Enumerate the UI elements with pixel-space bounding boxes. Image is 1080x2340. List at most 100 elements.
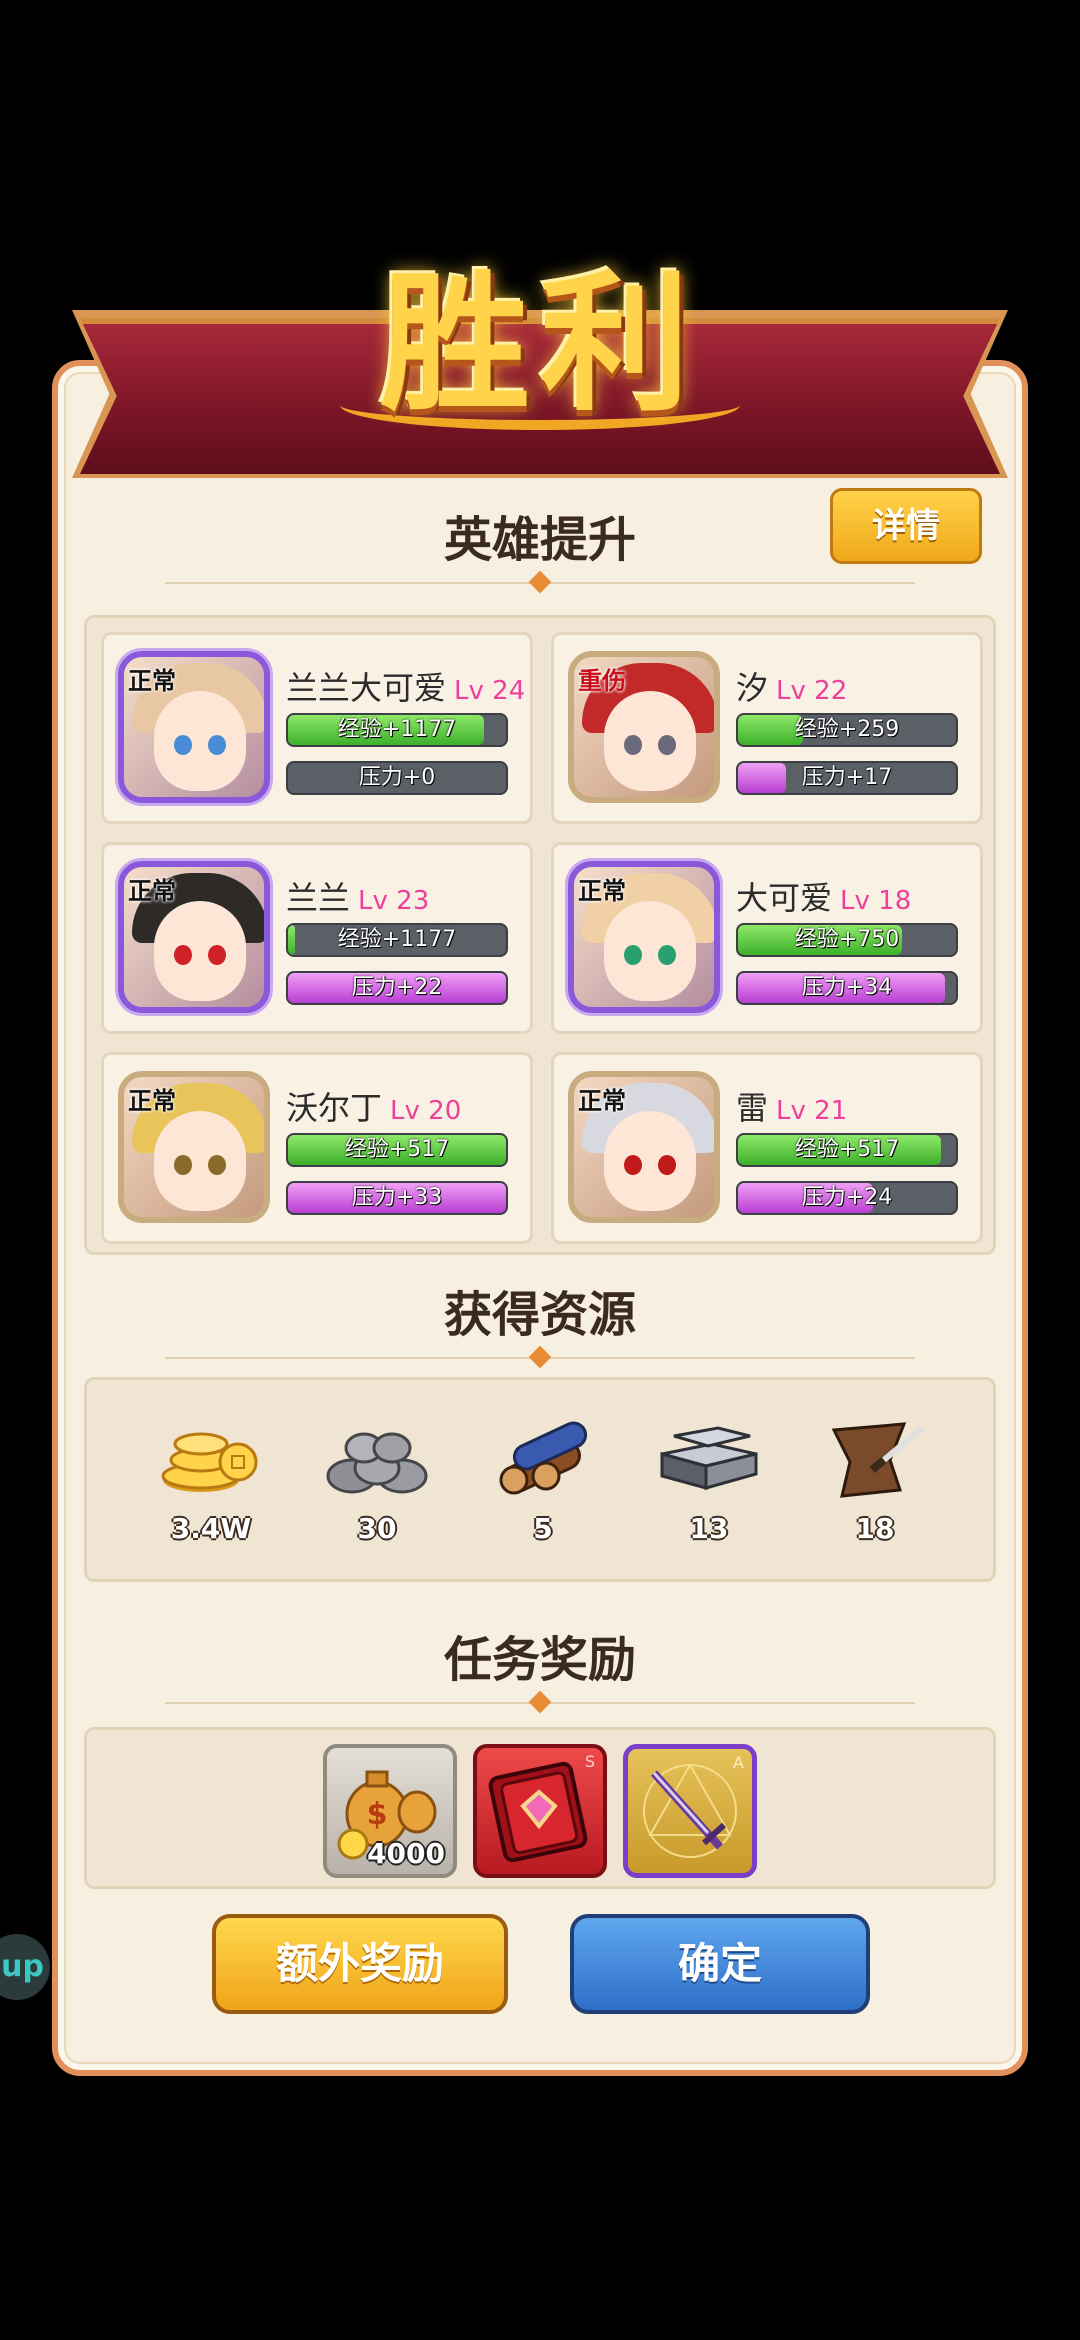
- exp-text: 经验+517: [344, 1137, 450, 1162]
- reward-item[interactable]: $ 4000: [323, 1744, 457, 1878]
- hero-eye: [624, 945, 642, 965]
- hero-eye: [208, 1155, 226, 1175]
- hero-portrait: 正常: [568, 1071, 720, 1223]
- confirm-button[interactable]: 确定: [570, 1914, 870, 2014]
- hero-level: Lv 24: [454, 676, 526, 706]
- exp-text: 经验+259: [794, 717, 900, 742]
- hero-card[interactable]: 正常 兰兰 Lv 23 经验+1177 压力+22: [101, 842, 533, 1034]
- stone-pile-icon: [322, 1410, 432, 1500]
- hero-status: 正常: [578, 877, 626, 905]
- hero-card[interactable]: 正常 沃尔丁 Lv 20 经验+517 压力+33: [101, 1052, 533, 1244]
- hero-eye: [658, 1155, 676, 1175]
- hero-face: [604, 691, 696, 791]
- hero-face: [604, 901, 696, 1001]
- hero-card[interactable]: 正常 大可爱 Lv 18 经验+750 压力+34: [551, 842, 983, 1034]
- exp-bar: 经验+750: [736, 923, 958, 957]
- stress-bar: 压力+22: [286, 971, 508, 1005]
- hero-eye: [624, 735, 642, 755]
- hero-name-line: 大可爱 Lv 18: [736, 873, 911, 919]
- stress-text: 压力+17: [801, 765, 893, 790]
- exp-bar: 经验+259: [736, 713, 958, 747]
- hero-name-line: 兰兰 Lv 23: [286, 873, 429, 919]
- resource-item: 30: [307, 1410, 447, 1545]
- hero-level: Lv 22: [776, 676, 848, 706]
- exp-text: 经验+1177: [337, 717, 457, 742]
- hero-face: [604, 1111, 696, 1211]
- hero-portrait: 正常: [118, 1071, 270, 1223]
- resource-item: 5: [473, 1410, 613, 1545]
- hero-portrait: 正常: [118, 651, 270, 803]
- hero-eye: [208, 735, 226, 755]
- exp-text: 经验+750: [794, 927, 900, 952]
- details-button[interactable]: 详情: [830, 488, 982, 564]
- task-reward-list: $ 4000 S A: [84, 1727, 996, 1889]
- hero-name: 大可爱: [736, 879, 833, 917]
- stress-text: 压力+22: [351, 975, 443, 1000]
- hero-grid: 正常 兰兰大可爱 Lv 24 经验+1177 压力+0 重伤 汐 Lv 22 经…: [84, 615, 996, 1255]
- resource-section-title: 获得资源: [443, 1287, 636, 1343]
- resource-value: 3.4W: [170, 1512, 252, 1545]
- hero-card[interactable]: 正常 雷 Lv 21 经验+517 压力+24: [551, 1052, 983, 1244]
- task-section-title: 任务奖励: [443, 1632, 636, 1688]
- reward-item[interactable]: A: [623, 1744, 757, 1878]
- hero-name: 沃尔丁: [286, 1089, 383, 1127]
- hero-eye: [658, 735, 676, 755]
- svg-text:$: $: [367, 1797, 388, 1832]
- hero-face: [154, 1111, 246, 1211]
- resource-list: 3.4W 30 5 13 18: [84, 1377, 996, 1582]
- hero-name: 兰兰大可爱: [286, 669, 447, 707]
- resource-value: 30: [357, 1512, 397, 1545]
- stress-bar: 压力+33: [286, 1181, 508, 1215]
- resource-item: 18: [805, 1410, 945, 1545]
- hero-card[interactable]: 正常 兰兰大可爱 Lv 24 经验+1177 压力+0: [101, 632, 533, 824]
- reward-item[interactable]: S: [473, 1744, 607, 1878]
- hero-name: 兰兰: [286, 879, 351, 917]
- victory-title: 胜利: [379, 258, 700, 432]
- exp-bar: 经验+1177: [286, 923, 508, 957]
- hero-eye: [174, 945, 192, 965]
- extra-reward-button[interactable]: 额外奖励: [212, 1914, 508, 2014]
- hero-portrait: 正常: [568, 861, 720, 1013]
- hero-name-line: 沃尔丁 Lv 20: [286, 1083, 461, 1129]
- hero-name-line: 兰兰大可爱 Lv 24: [286, 663, 525, 709]
- exp-bar: 经验+1177: [286, 713, 508, 747]
- hero-card[interactable]: 重伤 汐 Lv 22 经验+259 压力+17: [551, 632, 983, 824]
- stress-bar: 压力+34: [736, 971, 958, 1005]
- stress-text: 压力+24: [801, 1185, 893, 1210]
- hero-level: Lv 18: [840, 886, 912, 916]
- stress-text: 压力+0: [358, 765, 436, 790]
- hero-eye: [624, 1155, 642, 1175]
- hero-level: Lv 21: [776, 1096, 848, 1126]
- red-tome-icon: [488, 1761, 588, 1863]
- hero-name: 雷: [736, 1089, 769, 1127]
- wood-logs-icon: [488, 1410, 598, 1500]
- resource-value: 18: [855, 1512, 895, 1545]
- hero-name: 汐: [736, 669, 769, 707]
- hero-status: 正常: [578, 1087, 626, 1115]
- exp-bar: 经验+517: [286, 1133, 508, 1167]
- resource-value: 5: [533, 1512, 553, 1545]
- floating-side-bubble[interactable]: up: [0, 1934, 50, 2000]
- hero-name-line: 雷 Lv 21: [736, 1083, 847, 1129]
- hero-level: Lv 20: [390, 1096, 462, 1126]
- hero-face: [154, 901, 246, 1001]
- hero-eye: [208, 945, 226, 965]
- sword-icon: [643, 1762, 737, 1858]
- exp-text: 经验+517: [794, 1137, 900, 1162]
- resource-value: 13: [689, 1512, 729, 1545]
- exp-text: 经验+1177: [337, 927, 457, 952]
- reward-amount: 4000: [367, 1837, 445, 1870]
- stress-text: 压力+33: [351, 1185, 443, 1210]
- hero-portrait: 重伤: [568, 651, 720, 803]
- hero-status: 正常: [128, 1087, 176, 1115]
- stress-bar: 压力+24: [736, 1181, 958, 1215]
- hero-status: 正常: [128, 667, 176, 695]
- resource-item: 3.4W: [141, 1410, 281, 1545]
- leather-hide-icon: [820, 1410, 930, 1500]
- stress-bar: 压力+17: [736, 761, 958, 795]
- hero-portrait: 正常: [118, 861, 270, 1013]
- hero-status: 正常: [128, 877, 176, 905]
- hero-eye: [174, 1155, 192, 1175]
- hero-eye: [174, 735, 192, 755]
- hero-status: 重伤: [578, 667, 626, 695]
